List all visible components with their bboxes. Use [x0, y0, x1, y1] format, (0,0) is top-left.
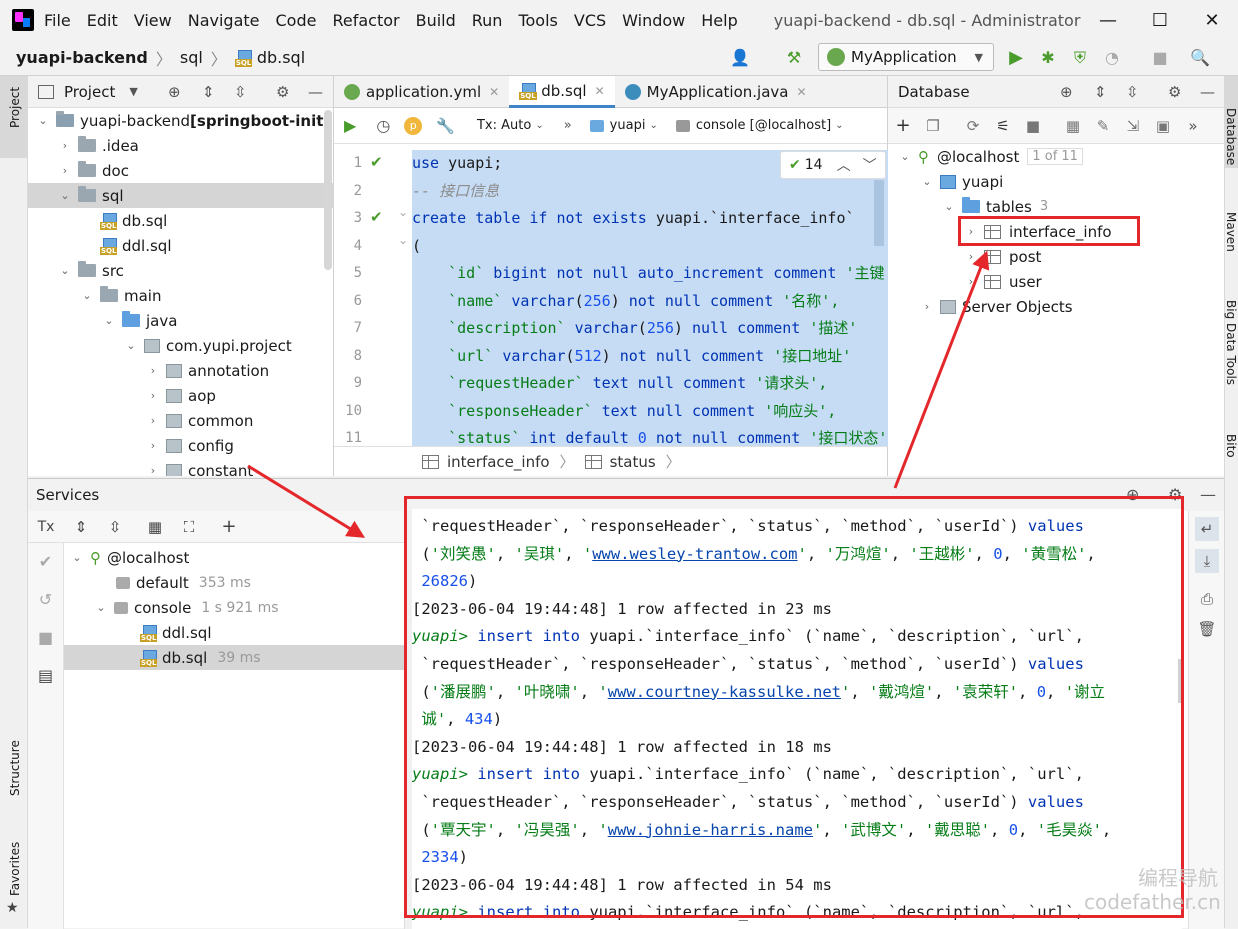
- watermark-title: 编程导航: [1138, 866, 1218, 890]
- arrow-to-table: [893, 250, 990, 489]
- arrow-to-console: [247, 464, 366, 538]
- annotation-arrows: [247, 250, 990, 538]
- watermark-url: codefather.cn: [1084, 890, 1221, 914]
